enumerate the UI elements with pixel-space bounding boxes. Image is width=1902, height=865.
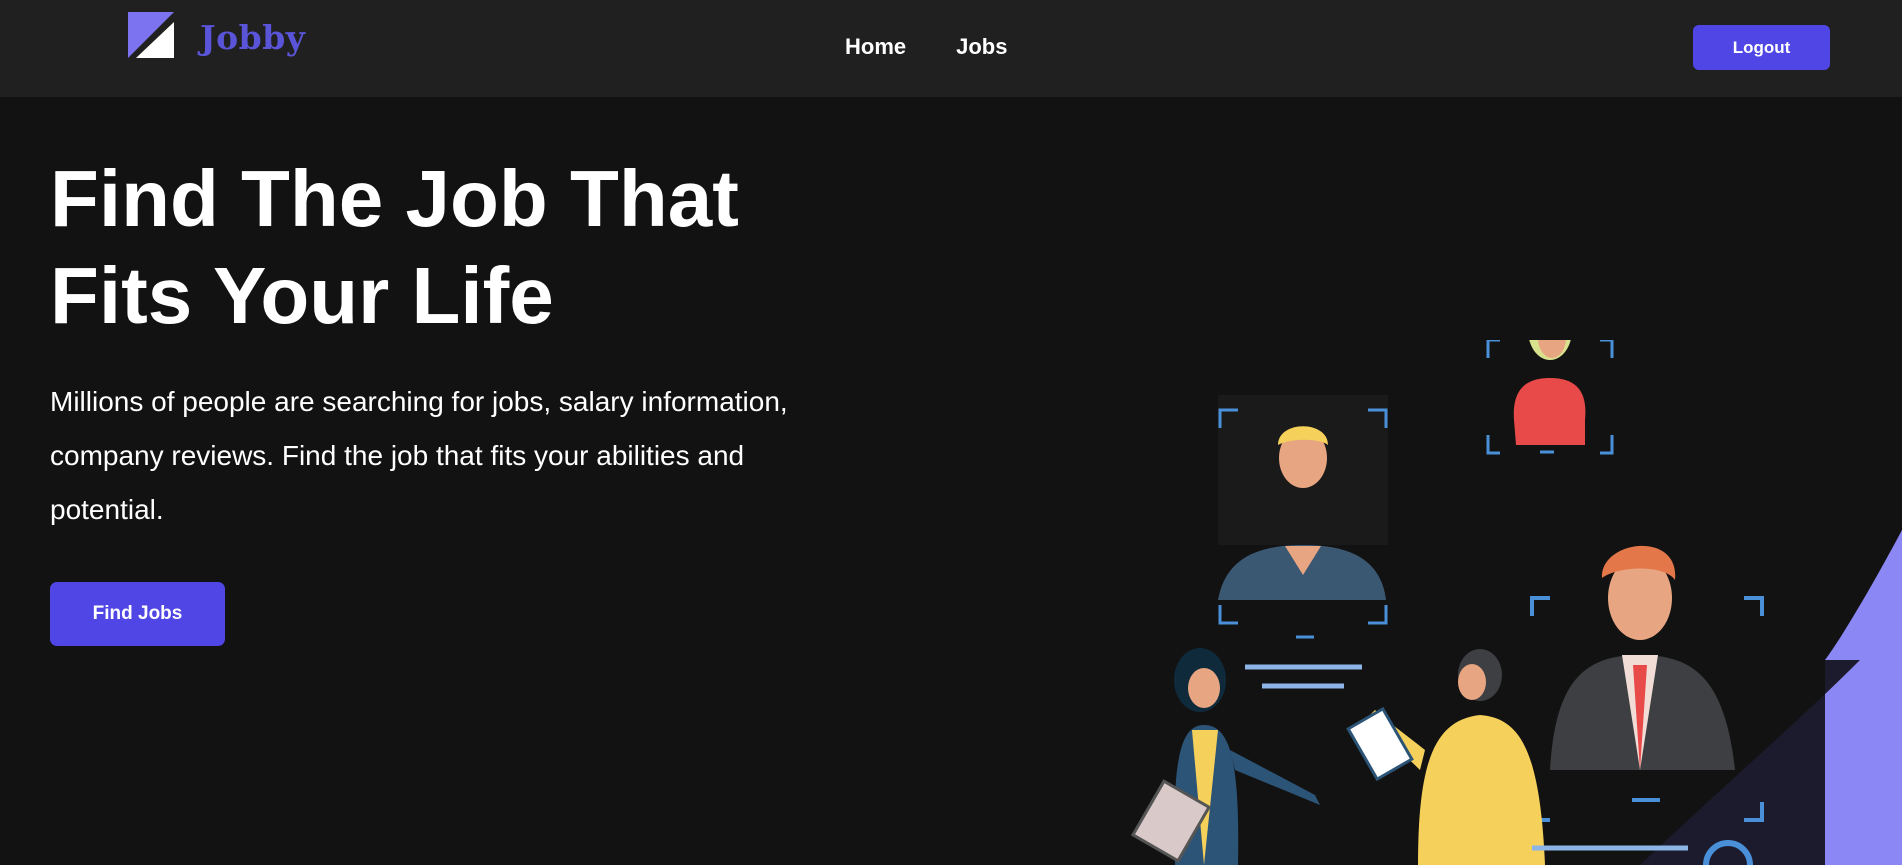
woman-red-shirt-figure: [1486, 340, 1614, 455]
hero-description: Millions of people are searching for job…: [50, 386, 788, 525]
main-nav: Home Jobs: [845, 32, 1007, 62]
hero-title-line-2: Fits Your Life: [50, 251, 554, 340]
man-blue-shirt-figure: [1218, 395, 1388, 689]
jobby-logo-icon: [128, 12, 174, 58]
nav-link-jobs[interactable]: Jobs: [956, 32, 1007, 62]
navbar: Jobby Home Jobs Logout: [0, 0, 1902, 97]
logout-button[interactable]: Logout: [1693, 25, 1830, 70]
find-jobs-button[interactable]: Find Jobs: [50, 582, 225, 646]
hero-title-line-1: Find The Job That: [50, 154, 739, 243]
people-recruitment-illustration: [1130, 340, 1902, 865]
hero-title: Find The Job That Fits Your Life: [50, 150, 790, 344]
nav-link-home[interactable]: Home: [845, 32, 906, 62]
businessman-red-tie-figure: [1530, 545, 1764, 822]
woman-clipboard-figure: [1130, 648, 1320, 865]
man-yellow-shirt-figure: [1346, 649, 1545, 865]
brand-name: Jobby: [200, 17, 306, 57]
brand-logo[interactable]: Jobby: [128, 12, 305, 58]
